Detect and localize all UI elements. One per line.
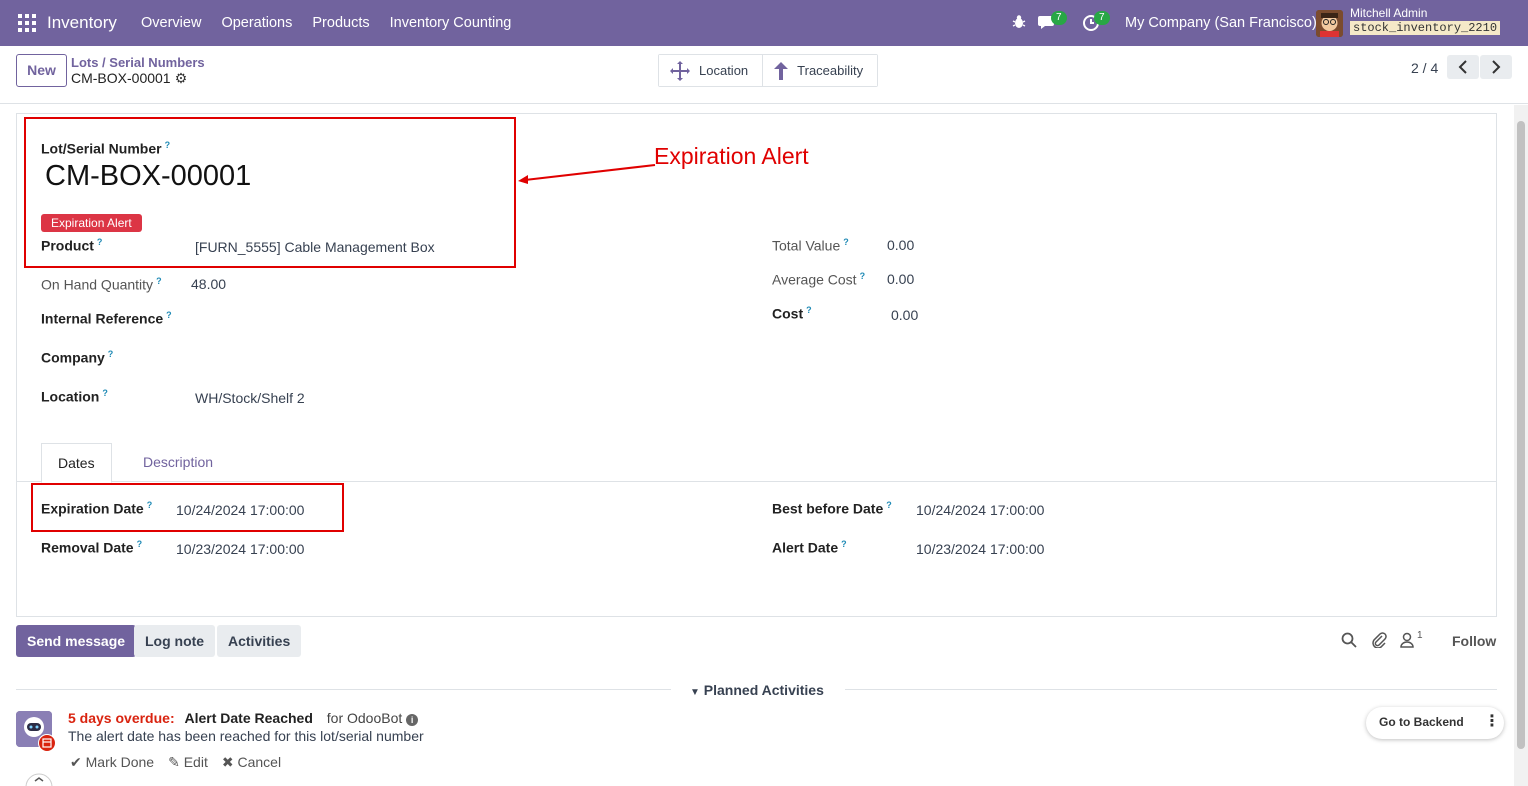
main-menu: Overview Operations Products Inventory C… <box>141 15 511 31</box>
apps-menu-icon[interactable] <box>18 14 36 32</box>
separator-left <box>16 689 671 690</box>
average-cost-label: Average Cost? <box>772 271 866 288</box>
info-icon[interactable]: i <box>406 714 419 726</box>
menu-overview[interactable]: Overview <box>141 15 201 31</box>
activity-count-badge: 7 <box>1094 11 1110 25</box>
check-icon: ✔ <box>70 754 82 770</box>
pencil-icon: ✎ <box>168 754 180 770</box>
removal-date-label: Removal Date? <box>41 539 143 556</box>
activity-assignee: for OdooBot <box>326 710 403 726</box>
total-value: 0.00 <box>887 237 915 253</box>
traceability-smart-button[interactable]: Traceability <box>762 55 878 86</box>
scrollbar-thumb[interactable] <box>1517 121 1525 749</box>
chevron-left-icon <box>1458 60 1467 74</box>
control-panel: New Lots / Serial Numbers CM-BOX-00001 ⚙ … <box>0 46 1528 104</box>
tab-dates[interactable]: Dates <box>41 443 112 483</box>
app-name[interactable]: Inventory <box>47 13 117 33</box>
follower-count: 1 <box>1417 630 1423 641</box>
database-name: stock_inventory_2210 <box>1350 21 1501 35</box>
record-name: CM-BOX-00001 <box>71 70 171 86</box>
arrows-move-icon <box>670 60 690 81</box>
company-label: Company? <box>41 349 114 366</box>
user-avatar[interactable] <box>1316 10 1343 37</box>
activity-title: Alert Date Reached <box>184 710 313 726</box>
total-value-label: Total Value? <box>772 237 849 254</box>
tab-description[interactable]: Description <box>127 443 229 483</box>
overdue-label: 5 days overdue: <box>68 710 175 726</box>
send-message-button[interactable]: Send message <box>16 625 137 657</box>
best-before-date-field[interactable]: 10/24/2024 17:00:00 <box>916 502 1044 518</box>
average-cost-value: 0.00 <box>887 271 915 287</box>
expand-circle-icon[interactable] <box>24 772 54 786</box>
kebab-menu-icon[interactable]: ⋮ <box>1484 714 1500 730</box>
mark-done-button[interactable]: ✔ Mark Done <box>70 754 154 771</box>
traceability-label: Traceability <box>797 63 864 78</box>
location-field[interactable]: WH/Stock/Shelf 2 <box>195 390 305 406</box>
best-before-date-label: Best before Date? <box>772 500 892 517</box>
activity-description: The alert date has been reached for this… <box>68 728 424 744</box>
cost-field[interactable]: 0.00 <box>891 307 918 323</box>
separator-right <box>845 689 1497 690</box>
annotation-label: Expiration Alert <box>654 143 809 169</box>
gear-icon[interactable]: ⚙ <box>175 70 188 87</box>
company-switcher[interactable]: My Company (San Francisco) <box>1125 15 1317 31</box>
activities-button[interactable]: Activities <box>217 625 302 657</box>
activity-actions: ✔ Mark Done ✎ Edit ✖ Cancel <box>70 754 281 771</box>
notebook-tabs: Dates Description <box>16 443 1497 483</box>
pager-next-button[interactable] <box>1480 55 1512 79</box>
location-field-label: Location? <box>41 388 108 405</box>
breadcrumb[interactable]: Lots / Serial Numbers <box>71 55 205 70</box>
edit-activity-button[interactable]: ✎ Edit <box>168 754 208 771</box>
on-hand-qty-value: 48.00 <box>191 276 227 292</box>
new-button[interactable]: New <box>16 54 67 87</box>
activity-header: 5 days overdue: Alert Date Reached for O… <box>68 710 419 726</box>
chat-count-badge: 7 <box>1051 11 1067 25</box>
vertical-scrollbar[interactable] <box>1514 105 1528 786</box>
alert-date-label: Alert Date? <box>772 539 847 556</box>
menu-products[interactable]: Products <box>312 15 369 31</box>
pager-previous-button[interactable] <box>1447 55 1479 79</box>
cancel-activity-button[interactable]: ✖ Cancel <box>222 754 281 771</box>
annotation-arrow <box>518 164 656 184</box>
chevron-right-icon <box>1492 60 1501 74</box>
pager-value[interactable]: 2 / 4 <box>1411 60 1438 76</box>
followers-icon[interactable] <box>1400 632 1414 648</box>
internal-reference-label: Internal Reference? <box>41 310 172 327</box>
user-name[interactable]: Mitchell Admin <box>1350 6 1427 20</box>
planned-activities-toggle[interactable]: ▼ Planned Activities <box>690 682 824 698</box>
close-icon: ✖ <box>221 754 234 770</box>
annotation-box-header <box>24 117 516 268</box>
arrow-up-icon <box>774 61 789 80</box>
removal-date-field[interactable]: 10/23/2024 17:00:00 <box>176 541 304 557</box>
cost-label: Cost? <box>772 305 812 322</box>
on-hand-qty-label: On Hand Quantity? <box>41 276 162 293</box>
paperclip-icon[interactable] <box>1371 632 1387 648</box>
top-navbar: Inventory Overview Operations Products I… <box>0 0 1528 46</box>
location-label: Location <box>699 63 749 78</box>
menu-inventory-counting[interactable]: Inventory Counting <box>390 15 512 31</box>
alert-date-field[interactable]: 10/23/2024 17:00:00 <box>916 541 1044 557</box>
log-note-button[interactable]: Log note <box>134 625 216 657</box>
search-icon[interactable] <box>1341 632 1357 648</box>
follow-button[interactable]: Follow <box>1452 633 1496 649</box>
caret-down-icon: ▼ <box>690 687 700 698</box>
go-to-backend-button[interactable]: Go to Backend ⋮ <box>1366 707 1504 739</box>
bug-icon[interactable] <box>1012 14 1026 30</box>
record-title: CM-BOX-00001 ⚙ <box>71 70 187 87</box>
smart-buttons: Location Traceability <box>658 54 879 87</box>
overdue-activity-icon <box>38 734 56 752</box>
annotation-box-expiration-date <box>31 483 344 532</box>
location-smart-button[interactable]: Location <box>659 55 763 86</box>
menu-operations[interactable]: Operations <box>221 15 292 31</box>
